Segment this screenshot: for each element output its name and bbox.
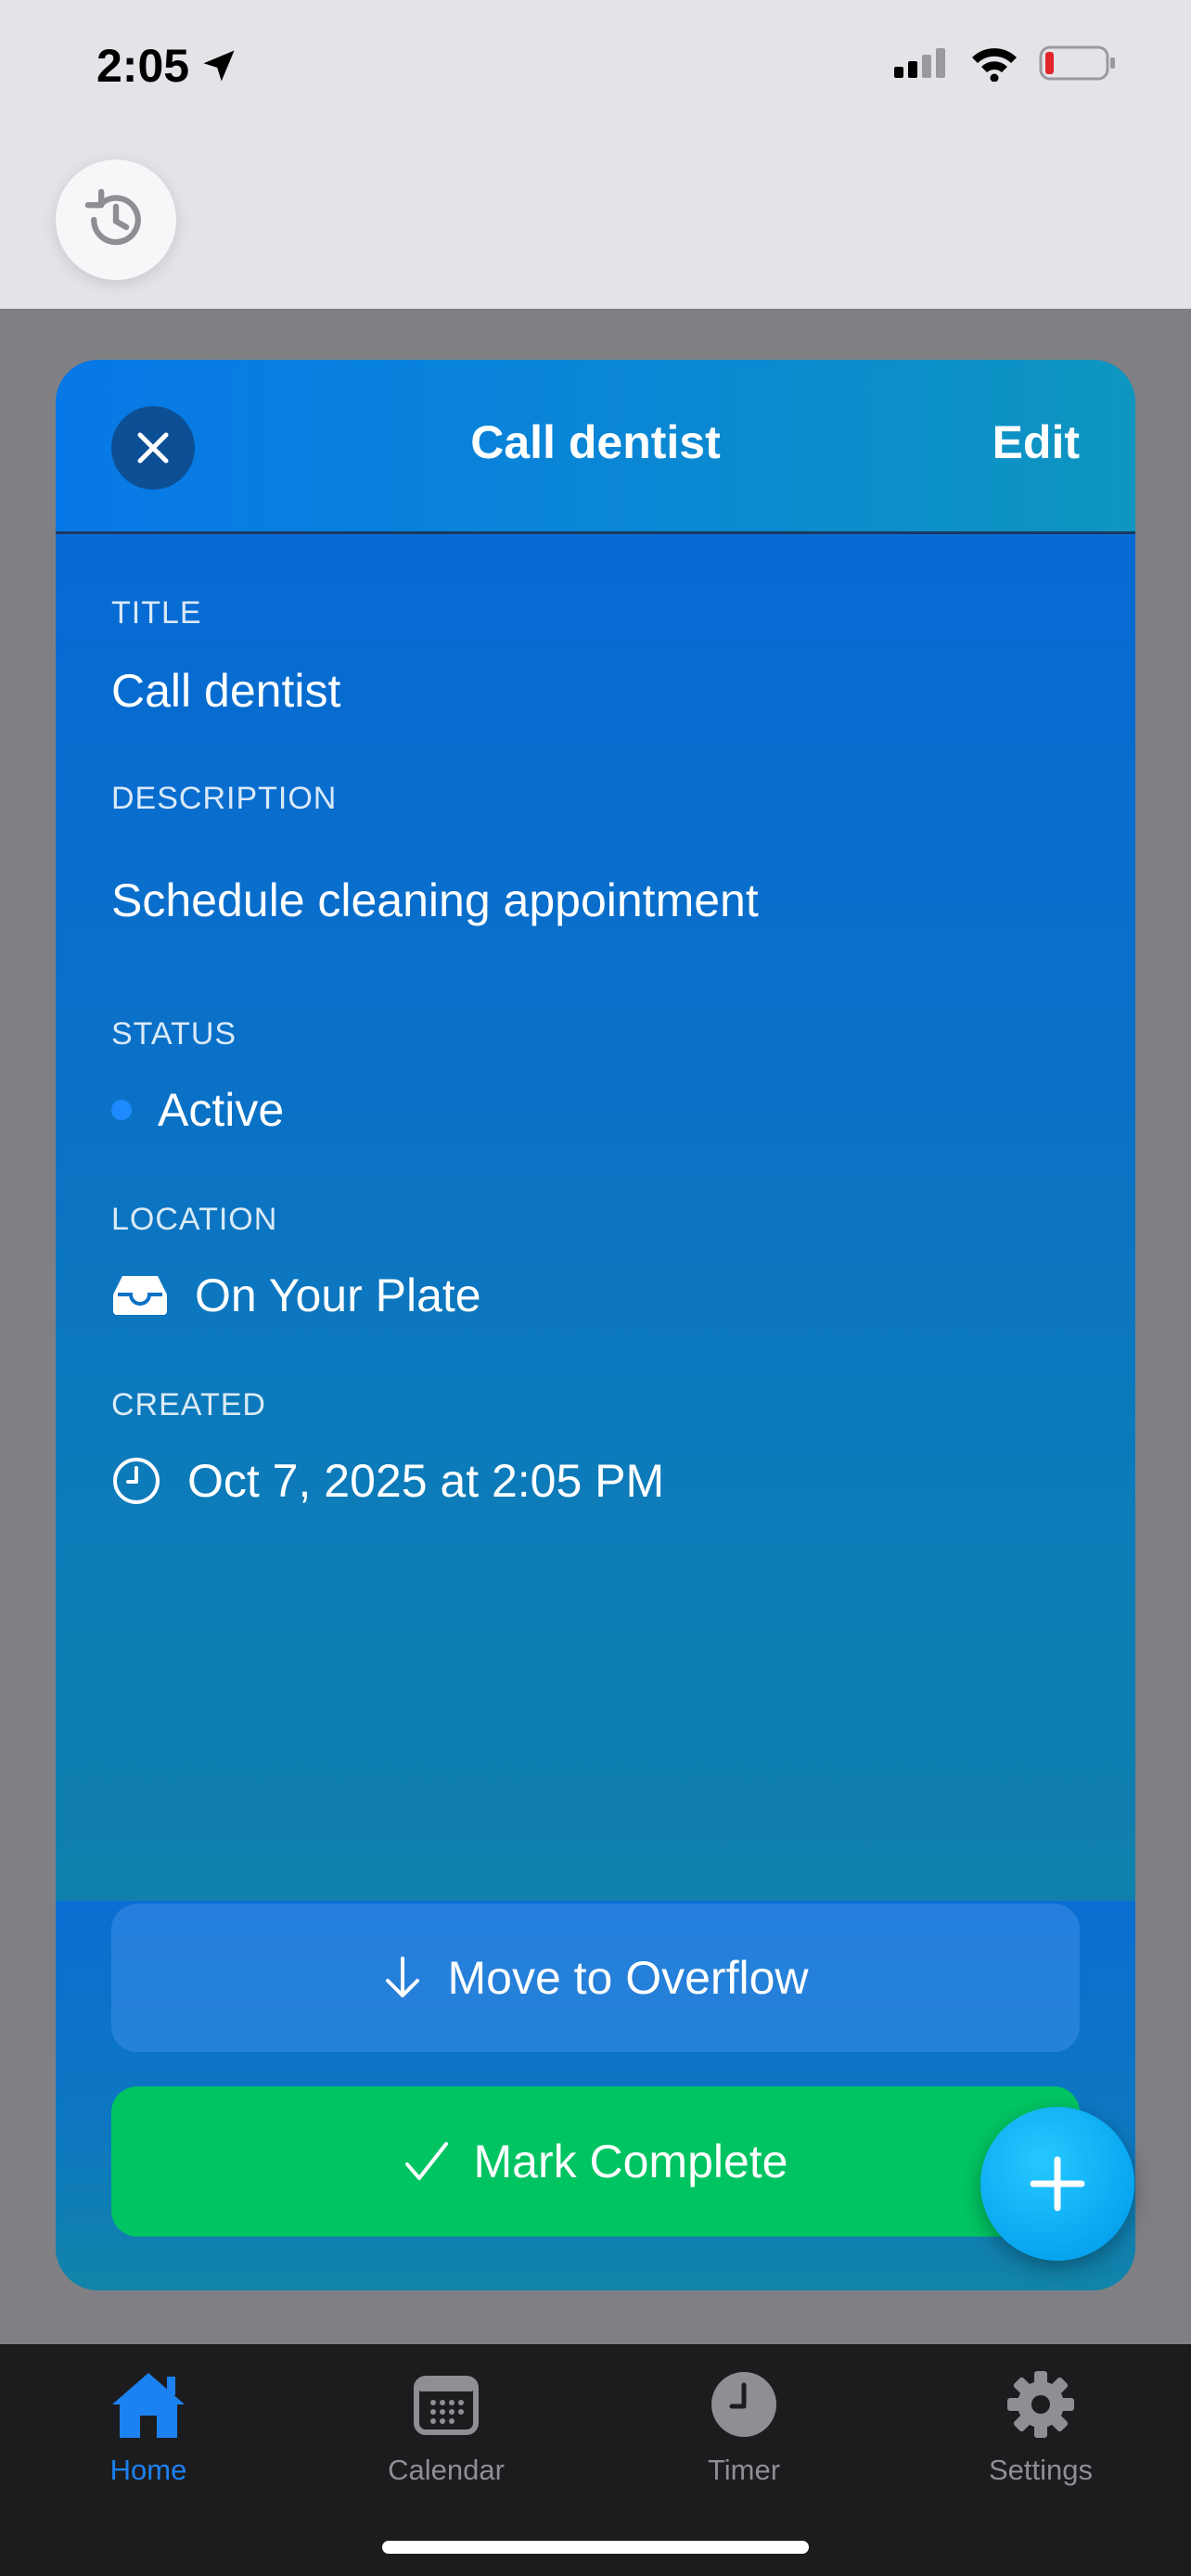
mark-complete-button[interactable]: Mark Complete [111, 2086, 1080, 2237]
calendar-icon [413, 2363, 480, 2446]
plus-icon [1030, 2156, 1085, 2212]
cellular-signal-icon [894, 48, 945, 78]
status-icons [894, 45, 1117, 82]
sheet-title: Call dentist [470, 416, 721, 468]
location-arrow-icon [203, 50, 235, 82]
tab-home-label: Home [109, 2454, 187, 2486]
description-value: Schedule cleaning appointment [111, 874, 759, 926]
location-value-row: On Your Plate [111, 1269, 481, 1322]
inbox-tray-icon [111, 1274, 169, 1317]
timer-clock-icon [710, 2363, 778, 2446]
home-icon [109, 2363, 188, 2446]
created-label: CREATED [111, 1387, 266, 1422]
status-dot-icon [111, 1100, 132, 1120]
description-label: DESCRIPTION [111, 781, 338, 816]
gear-icon [1005, 2363, 1076, 2446]
move-to-overflow-label: Move to Overflow [447, 1952, 809, 2004]
arrow-down-icon [386, 1957, 420, 1997]
status-label: STATUS [111, 1016, 237, 1052]
title-label: TITLE [111, 595, 202, 631]
wifi-icon [972, 48, 1017, 82]
status-bar-time: 2:05 [96, 39, 239, 93]
created-value: Oct 7, 2025 at 2:05 PM [187, 1455, 665, 1507]
status-value-row: Active [111, 1083, 284, 1137]
history-button[interactable] [56, 159, 176, 280]
time-text: 2:05 [96, 40, 190, 92]
clock-icon [111, 1456, 161, 1506]
move-to-overflow-button[interactable]: Move to Overflow [111, 1904, 1080, 2052]
tab-calendar[interactable]: Calendar [344, 2363, 548, 2487]
location-label: LOCATION [111, 1202, 278, 1237]
home-indicator [382, 2541, 809, 2554]
add-task-button[interactable] [980, 2107, 1134, 2261]
tab-home[interactable]: Home [46, 2363, 250, 2487]
mark-complete-label: Mark Complete [473, 2136, 788, 2187]
title-value: Call dentist [111, 665, 341, 717]
tab-settings[interactable]: Settings [939, 2363, 1143, 2487]
location-value: On Your Plate [195, 1269, 481, 1321]
tab-settings-label: Settings [988, 2454, 1093, 2486]
tab-timer[interactable]: Timer [642, 2363, 846, 2487]
top-area: 2:05 [0, 0, 1191, 309]
tab-timer-label: Timer [707, 2454, 781, 2486]
tab-calendar-label: Calendar [388, 2454, 505, 2486]
history-icon [84, 188, 141, 246]
status-value: Active [158, 1084, 285, 1136]
sheet-header: Call dentist Edit [56, 360, 1135, 534]
battery-low-icon [1039, 45, 1115, 81]
checkmark-icon [404, 2142, 448, 2180]
edit-button[interactable]: Edit [992, 415, 1080, 469]
created-value-row: Oct 7, 2025 at 2:05 PM [111, 1454, 664, 1508]
